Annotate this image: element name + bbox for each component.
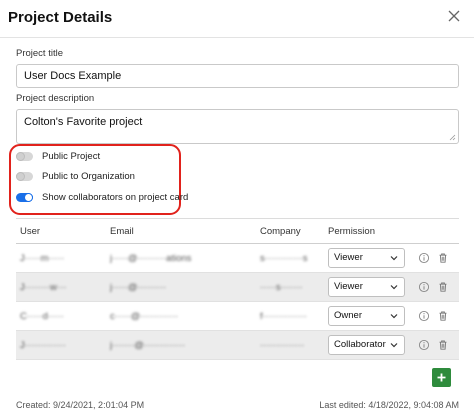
trash-icon[interactable] (437, 310, 449, 322)
column-header-company: Company (260, 226, 301, 237)
permission-value: Collaborator (334, 339, 386, 350)
trash-icon[interactable] (437, 281, 449, 293)
collaborators-table: User Email Company Permission J·····m···… (16, 218, 459, 360)
info-icon[interactable] (418, 310, 430, 322)
add-collaborator-button[interactable] (432, 368, 451, 387)
toggle-show-collaborators[interactable]: Show collaborators on project card (16, 190, 188, 204)
project-title-label: Project title (16, 48, 63, 59)
user-cell: J········w··· (20, 282, 67, 293)
table-row: C·····d····· c·····@············ f······… (16, 302, 459, 331)
dialog-header: Project Details (0, 0, 474, 38)
table-row: J········w··· j·····@········· ·····s···… (16, 273, 459, 302)
last-edited-timestamp: Last edited: 4/18/2022, 9:04:08 AM (319, 400, 459, 410)
toggle-switch[interactable] (16, 192, 33, 202)
toggle-label: Show collaborators on project card (42, 191, 189, 203)
email-cell: c·····@············ (110, 311, 179, 322)
project-description-label: Project description (16, 93, 95, 104)
project-description-textarea[interactable]: Colton's Favorite project (16, 109, 459, 144)
dialog-title: Project Details (8, 9, 113, 26)
permission-select[interactable]: Owner (328, 306, 405, 326)
user-cell: C·····d····· (20, 311, 64, 322)
email-cell: j·····@········· (110, 282, 167, 293)
plus-icon (437, 373, 446, 382)
chevron-down-icon (390, 256, 398, 261)
permission-select[interactable]: Collaborator (328, 335, 405, 355)
permission-select[interactable]: Viewer (328, 277, 405, 297)
company-cell: s············s (260, 253, 308, 264)
toggle-label: Public to Organization (42, 170, 135, 182)
column-header-email: Email (110, 226, 134, 237)
email-cell: j·····@·········ations (110, 253, 192, 264)
table-row: J············· j·······@············· ··… (16, 331, 459, 360)
company-cell: f·············· (260, 311, 307, 322)
company-cell: ·············· (260, 340, 305, 351)
resize-grip-icon[interactable] (448, 133, 456, 141)
info-icon[interactable] (418, 281, 430, 293)
toggle-public-to-organization[interactable]: Public to Organization (16, 169, 135, 183)
user-cell: J············· (20, 340, 66, 351)
info-icon[interactable] (418, 339, 430, 351)
table-header: User Email Company Permission (16, 219, 459, 244)
toggle-label: Public Project (42, 150, 101, 162)
company-cell: ·····s······· (260, 282, 303, 293)
permission-select[interactable]: Viewer (328, 248, 405, 268)
toggle-switch[interactable] (16, 151, 33, 161)
info-icon[interactable] (418, 252, 430, 264)
created-timestamp: Created: 9/24/2021, 2:01:04 PM (16, 400, 145, 410)
email-cell: j·······@············· (110, 340, 186, 351)
permission-value: Viewer (334, 281, 363, 292)
toggle-public-project[interactable]: Public Project (16, 149, 100, 163)
close-icon[interactable] (446, 8, 462, 24)
table-row: J·····m····· j·····@·········ations s···… (16, 244, 459, 273)
chevron-down-icon (390, 343, 398, 348)
permission-value: Owner (334, 310, 362, 321)
trash-icon[interactable] (437, 252, 449, 264)
project-title-input[interactable] (16, 64, 459, 88)
trash-icon[interactable] (437, 339, 449, 351)
column-header-permission: Permission (328, 226, 375, 237)
toggle-switch[interactable] (16, 171, 33, 181)
user-cell: J·····m····· (20, 253, 65, 264)
permission-value: Viewer (334, 252, 363, 263)
chevron-down-icon (390, 314, 398, 319)
column-header-user: User (20, 226, 41, 237)
chevron-down-icon (390, 285, 398, 290)
